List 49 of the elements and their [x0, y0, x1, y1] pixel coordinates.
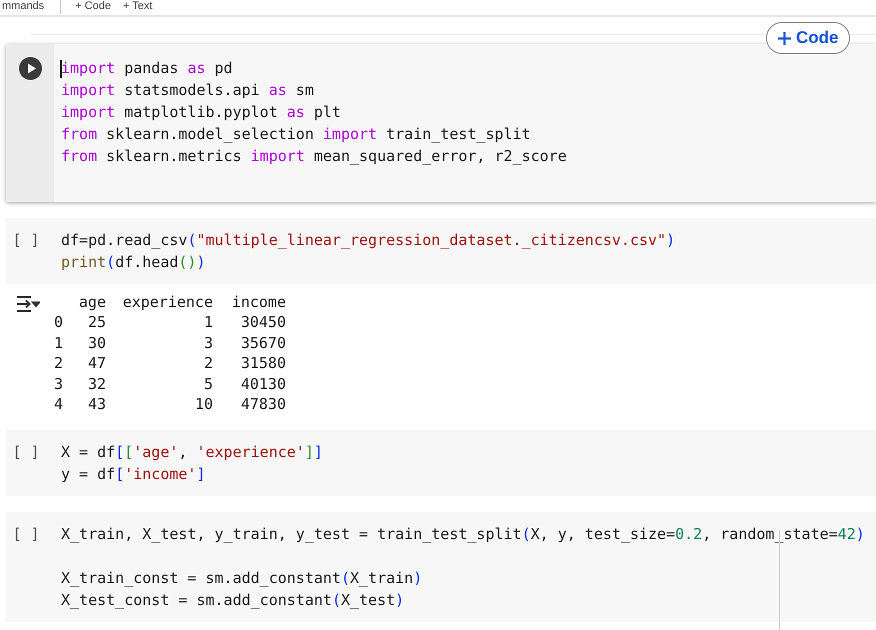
code-line: from sklearn.metrics import mean_squared_error, r2_score	[61, 146, 567, 167]
table-cell: 30	[88, 332, 106, 354]
code-line: import statsmodels.api as sm	[61, 80, 314, 101]
table-cell: 1	[204, 312, 213, 333]
row-index: 0	[54, 312, 64, 333]
toolbar-button[interactable]: + Text	[122, 0, 152, 12]
column-header: age	[78, 292, 106, 312]
row-index: 4	[54, 394, 64, 414]
code-line: X_train_const = sm.add_constant(X_train)	[61, 568, 422, 590]
table-cell: 25	[88, 312, 106, 333]
run-prompt[interactable]: [ ]	[12, 229, 40, 284]
table-cell: 47	[88, 353, 106, 374]
code-cell[interactable]: [ ] X = df[['age', 'experience']] y = df['income']	[6, 430, 876, 496]
table-cell: 43	[88, 394, 106, 414]
table-cell: 10	[194, 394, 213, 414]
table-cell: 3	[204, 332, 213, 354]
toolbar-label: mmands	[0, 0, 62, 14]
code-cell[interactable]: import pandas as pd import statsmodels.api as sm import matplotlib.pyplot as plt from sklearn.model_selection import train_test_split from sklearn.metrics import mean_squared_error, r2_score	[6, 44, 876, 202]
run-prompt[interactable]: [ ]	[12, 441, 40, 496]
code-line: import pandas as pd	[61, 58, 233, 79]
code-line: from sklearn.model_selection import train_test_split	[61, 124, 531, 145]
table-cell: 2	[204, 353, 213, 374]
code-line: X = df[['age', 'experience']]	[61, 442, 323, 464]
row-index: 3	[54, 374, 64, 394]
code-line: df=pd.read_csv("multiple_linear_regression_dataset._citizencsv.csv")	[61, 230, 676, 251]
column-header: income	[232, 292, 286, 312]
code-line: print(df.head())	[61, 252, 206, 273]
table-cell: 40130	[240, 374, 286, 394]
code-line: y = df['income']	[61, 464, 206, 486]
run-prompt[interactable]: [ ]	[12, 523, 40, 622]
code-cell[interactable]: [ ] X_train, X_test, y_train, y_test = train_test_split(X, y, test_size=0.2, random_state=42) X_train_const = sm.add_constant(X_train) X_test_const = sm.add_constant(X_test)	[6, 512, 876, 622]
table-cell: 47830	[240, 394, 286, 414]
code-cell[interactable]: [ ] df=pd.read_csv("multiple_linear_regression_dataset._citizencsv.csv") print(df.head())	[6, 218, 876, 284]
toolbar-button[interactable]: + Code	[75, 0, 111, 12]
run-icon[interactable]	[18, 57, 42, 80]
code-line: X_train, X_test, y_train, y_test = train_test_split(X, y, test_size=0.2, random_state=42)	[61, 524, 865, 546]
code-line: import matplotlib.pyplot as plt	[61, 102, 341, 123]
table-cell: 31580	[240, 353, 286, 374]
plus-icon	[777, 30, 792, 46]
row-index: 2	[54, 353, 64, 374]
add-code-button[interactable]: Code	[766, 22, 850, 54]
code-line: X_test_const = sm.add_constant(X_test)	[61, 590, 404, 612]
output-toggle-icon[interactable]	[14, 294, 40, 314]
table-cell: 5	[204, 374, 213, 394]
table-cell: 35670	[240, 332, 286, 354]
table-cell: 32	[88, 374, 106, 394]
table-cell: 30450	[240, 312, 286, 333]
row-index: 1	[54, 332, 64, 354]
column-header: experience	[122, 292, 213, 312]
